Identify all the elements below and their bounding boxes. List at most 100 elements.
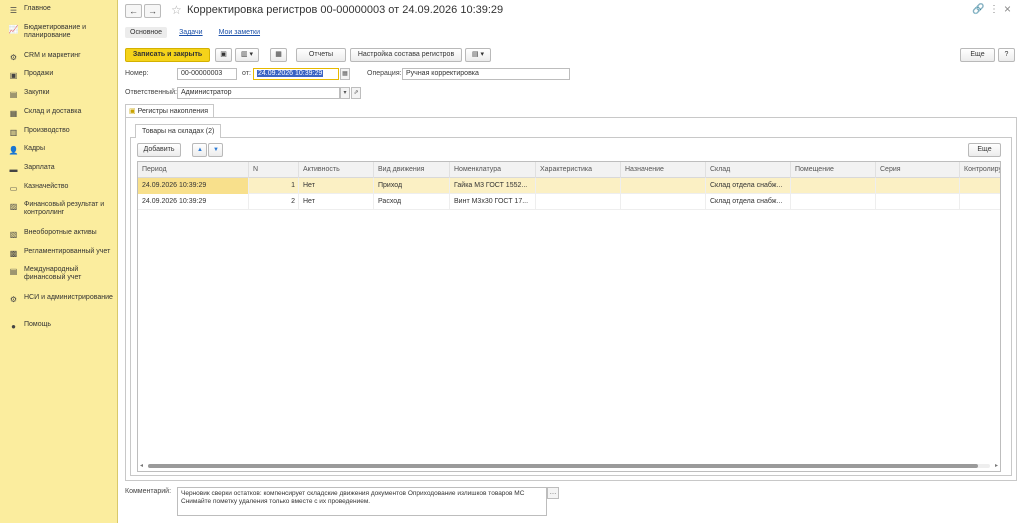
comment-expand-button[interactable]: … [547,487,559,499]
sidebar-item-regulated[interactable]: ▩ Регламентированный учет [0,248,118,258]
table-cell[interactable]: Расход [374,194,450,210]
tab-goods-in-warehouses[interactable]: Товары на складах (2) [135,124,222,138]
sidebar-item-help[interactable]: ● Помощь [0,321,118,331]
table-cell[interactable]: Нет [299,194,374,210]
column-header[interactable]: N [249,162,299,178]
table-cell[interactable] [621,178,706,194]
table-cell[interactable] [960,194,1000,210]
column-header[interactable]: Активность [299,162,374,178]
configure-registers-button[interactable]: Настройка состава регистров [350,48,462,62]
table-cell[interactable] [536,178,621,194]
add-row-button[interactable]: Добавить [137,143,181,157]
sidebar-item-main[interactable]: ☰ Главное [0,5,118,15]
forward-button[interactable]: → [144,4,161,18]
more-vertical-icon[interactable]: ⋮ [989,4,999,15]
tab-tasks[interactable]: Задачи [175,27,207,38]
operation-label: Операция: [367,70,402,77]
sidebar-item-label: Бюджетирование и планирование [24,24,87,39]
close-icon[interactable]: × [1004,2,1011,16]
create-based-on-button[interactable]: ▥ ▾ [235,48,259,62]
save-icon[interactable]: ▣ [215,48,232,62]
scroll-left-icon[interactable]: ◂ [140,462,143,469]
sidebar-item-assets[interactable]: ▧ Внеоборотные активы [0,229,118,239]
sidebar-item-warehouse[interactable]: ▦ Склад и доставка [0,108,118,118]
sidebar-item-crm[interactable]: ⚙ CRM и маркетинг [0,52,118,62]
sidebar-item-hr[interactable]: 👤 Кадры [0,145,118,155]
back-button[interactable]: ← [125,4,142,18]
scroll-thumb[interactable] [148,464,978,468]
sidebar-item-purchases[interactable]: ▤ Закупки [0,89,118,99]
column-header[interactable]: Контролиру [960,162,1000,178]
open-link-icon[interactable]: ⇗ [351,87,361,99]
star-icon[interactable]: ☆ [171,3,182,17]
calendar-icon[interactable]: ▦ [340,68,350,80]
save-and-close-button[interactable]: Записать и закрыть [125,48,210,62]
intl-icon: ▤ [9,267,18,276]
chart-icon: 📈 [8,25,19,34]
table-cell[interactable] [791,178,876,194]
table-cell[interactable] [876,178,960,194]
table-header: Период N Активность Вид движения Номенкл… [138,162,1000,178]
tab-notes[interactable]: Мои заметки [215,27,264,38]
table-cell[interactable] [960,178,1000,194]
accumulation-registers-tab[interactable]: ▣ Регистры накопления [125,104,214,118]
sidebar-item-sales[interactable]: ▣ Продажи [0,70,118,80]
table-cell[interactable]: Винт М3x30 ГОСТ 17... [450,194,536,210]
table-cell[interactable]: 24.09.2026 10:39:29 [138,178,249,194]
column-header[interactable]: Номенклатура [450,162,536,178]
reports-button[interactable]: Отчеты [296,48,346,62]
warehouse-icon: ▦ [9,109,18,118]
table-cell[interactable]: Гайка М3 ГОСТ 1552... [450,178,536,194]
register-records-table[interactable]: Период N Активность Вид движения Номенкл… [137,161,1001,472]
crm-icon: ⚙ [9,53,18,62]
number-field[interactable]: 00-00000003 [177,68,237,80]
column-header[interactable]: Вид движения [374,162,450,178]
scroll-right-icon[interactable]: ▸ [995,462,998,469]
move-down-icon[interactable]: ▼ [208,143,223,157]
column-header[interactable]: Период [138,162,249,178]
column-header[interactable]: Помещение [791,162,876,178]
tab-main[interactable]: Основное [125,27,168,38]
table-cell[interactable]: 2 [249,194,299,210]
salary-icon: ▬ [9,165,18,174]
sidebar-item-finance[interactable]: ▨ Финансовый результат и контроллинг [0,201,118,217]
assets-icon: ▧ [9,230,18,239]
table-cell[interactable] [876,194,960,210]
extra-actions-button[interactable]: ▤ ▾ [465,48,491,62]
horizontal-scrollbar[interactable]: ◂ ▸ [140,463,998,469]
more-button[interactable]: Еще [960,48,995,62]
table-cell[interactable]: 1 [249,178,299,194]
move-up-icon[interactable]: ▲ [192,143,207,157]
sidebar-item-treasury[interactable]: ▭ Казначейство [0,183,118,193]
table-cell[interactable]: Склад отдела снабж... [706,194,791,210]
post-document-icon[interactable]: ▦ [270,48,287,62]
column-header[interactable]: Назначение [621,162,706,178]
table-cell[interactable] [536,194,621,210]
help-button[interactable]: ? [998,48,1015,62]
sidebar-item-production[interactable]: ▥ Производство [0,127,118,137]
table-more-button[interactable]: Еще [968,143,1001,157]
table-row[interactable]: 24.09.2026 10:39:29 1 Нет Приход Гайка М… [138,178,1000,194]
sidebar-item-admin[interactable]: ⚙ НСИ и администрирование [0,294,118,304]
table-cell[interactable]: Приход [374,178,450,194]
table-cell[interactable]: Нет [299,178,374,194]
operation-field[interactable]: Ручная корректировка [402,68,570,80]
table-cell[interactable]: Склад отдела снабж... [706,178,791,194]
table-cell[interactable]: 24.09.2026 10:39:29 [138,194,249,210]
chevron-down-icon[interactable]: ▾ [340,87,350,99]
column-header[interactable]: Характеристика [536,162,621,178]
link-icon[interactable]: 🔗 [972,4,984,15]
treasury-icon: ▭ [9,184,18,193]
menu-icon: ☰ [9,6,18,15]
sidebar-item-salary[interactable]: ▬ Зарплата [0,164,118,174]
column-header[interactable]: Серия [876,162,960,178]
responsible-field[interactable]: Администратор [177,87,340,99]
table-cell[interactable] [621,194,706,210]
date-field[interactable]: 24.09.2026 10:39:29 [253,68,339,80]
column-header[interactable]: Склад [706,162,791,178]
table-cell[interactable] [791,194,876,210]
table-row[interactable]: 24.09.2026 10:39:29 2 Нет Расход Винт М3… [138,194,1000,210]
sidebar-item-budgeting[interactable]: 📈 Бюджетирование и планирование [0,24,118,40]
sidebar-item-intl[interactable]: ▤ Международный финансовый учет [0,266,118,282]
comment-field[interactable]: Черновик сверки остатков: компенсирует с… [177,487,547,516]
